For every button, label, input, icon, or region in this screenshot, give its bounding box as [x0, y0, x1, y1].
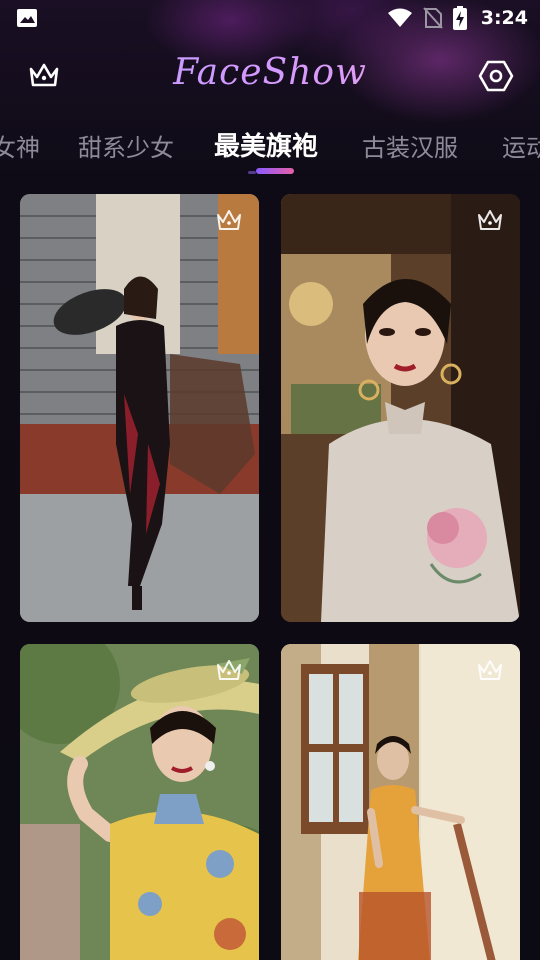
- image-icon: [17, 9, 37, 27]
- battery-charging-icon: [452, 6, 467, 30]
- app-header: FaceShow: [0, 44, 540, 108]
- photo-4: [281, 644, 520, 960]
- photo-1: [20, 194, 259, 622]
- tab-hanfu[interactable]: 古装汉服: [362, 128, 458, 163]
- tab-goddess[interactable]: 女神: [0, 128, 40, 163]
- category-tabs: 女神 甜系少女 最美旗袍 古装汉服 运动: [0, 124, 540, 184]
- tab-active-indicator: [248, 168, 294, 174]
- app-screen: 3:24 FaceShow 女神 甜系少女 最美旗袍 古装汉服 运动: [0, 0, 540, 960]
- tab-sweet-girl[interactable]: 甜系少女: [78, 128, 174, 163]
- status-bar: 3:24: [0, 0, 540, 36]
- no-sim-icon: [422, 7, 443, 29]
- crown-icon: [217, 660, 241, 680]
- tab-sports[interactable]: 运动: [502, 128, 540, 163]
- settings-button[interactable]: [476, 56, 516, 96]
- wifi-icon: [387, 8, 412, 27]
- app-title: FaceShow: [0, 52, 540, 93]
- status-time: 3:24: [480, 7, 528, 29]
- settings-icon: [478, 60, 514, 92]
- tab-qipao[interactable]: 最美旗袍: [214, 126, 318, 163]
- template-card-4[interactable]: [281, 644, 520, 960]
- template-card-2[interactable]: [281, 194, 520, 622]
- photo-2: [281, 194, 520, 622]
- photo-3: [20, 644, 259, 960]
- template-card-1[interactable]: [20, 194, 259, 622]
- crown-icon: [478, 660, 502, 680]
- crown-icon: [217, 210, 241, 230]
- template-card-3[interactable]: [20, 644, 259, 960]
- crown-icon: [478, 210, 502, 230]
